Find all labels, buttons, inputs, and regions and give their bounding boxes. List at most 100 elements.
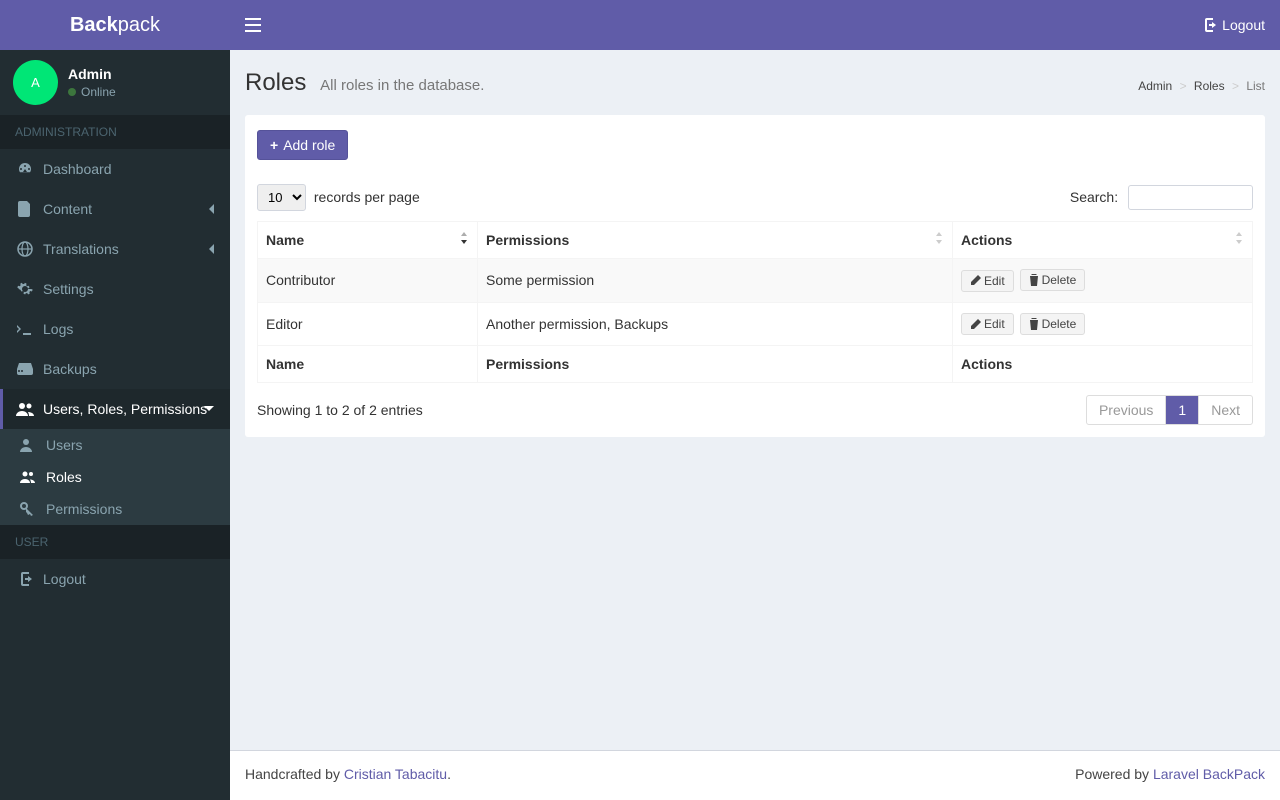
col-name-label: Name (266, 232, 304, 248)
page-subtitle: All roles in the database. (320, 77, 484, 94)
trash-icon (1029, 318, 1039, 330)
sidebar-item-backups[interactable]: Backups (0, 349, 230, 389)
col-permissions[interactable]: Permissions (478, 222, 953, 259)
delete-label: Delete (1042, 317, 1077, 331)
delete-button[interactable]: Delete (1020, 269, 1086, 291)
sidebar-label-users: Users (46, 437, 83, 453)
edit-icon (970, 275, 981, 286)
sidebar-subitem-users[interactable]: Users (0, 429, 230, 461)
table-row: Editor Another permission, Backups Edit … (258, 302, 1253, 346)
user-name: Admin (68, 66, 116, 82)
footer-right: Powered by Laravel BackPack (1075, 766, 1265, 785)
sidebar-label-backups: Backups (43, 361, 97, 377)
signout-icon (15, 572, 35, 586)
brand-logo[interactable]: Backpack (0, 0, 230, 50)
edit-button[interactable]: Edit (961, 313, 1014, 335)
add-role-button[interactable]: + Add role (257, 130, 348, 160)
sidebar-label-permissions: Permissions (46, 501, 122, 517)
edit-label: Edit (984, 274, 1005, 288)
sidebar-section-admin: ADMINISTRATION (0, 115, 230, 149)
col-actions-label: Actions (961, 232, 1012, 248)
datatable-bottom: Showing 1 to 2 of 2 entries Previous 1 N… (257, 395, 1253, 425)
footer-author-link[interactable]: Cristian Tabacitu (344, 766, 447, 782)
sidebar-label-dashboard: Dashboard (43, 161, 112, 177)
hamburger-icon[interactable] (245, 18, 261, 32)
datatable-info: Showing 1 to 2 of 2 entries (257, 402, 423, 418)
breadcrumb-admin[interactable]: Admin (1138, 79, 1172, 93)
roles-table: Name Permissions Actions (257, 221, 1253, 383)
delete-label: Delete (1042, 273, 1077, 287)
page-prev-label: Previous (1087, 396, 1165, 424)
avatar[interactable]: A (13, 60, 58, 105)
pagination: Previous 1 Next (1087, 395, 1253, 425)
signout-icon (1201, 18, 1217, 32)
terminal-icon (15, 323, 35, 335)
edit-icon (970, 319, 981, 330)
sidebar-item-content[interactable]: Content (0, 189, 230, 229)
logout-link[interactable]: Logout (1201, 17, 1265, 33)
sidebar-label-translations: Translations (43, 241, 119, 257)
box-header: + Add role (245, 118, 1265, 172)
hdd-icon (15, 363, 35, 375)
sidebar-menu-admin: Dashboard Content Translations Settings … (0, 149, 230, 525)
breadcrumb: Admin > Roles > List (1138, 79, 1265, 93)
page-title-wrap: Roles All roles in the database. (245, 65, 484, 97)
cell-name: Contributor (258, 259, 478, 303)
foot-name: Name (258, 346, 478, 383)
plus-icon: + (270, 137, 278, 153)
footer-powered: Powered by (1075, 766, 1153, 782)
sidebar: Backpack A Admin Online ADMINISTRATION D… (0, 0, 230, 800)
cell-permissions: Another permission, Backups (478, 302, 953, 346)
sidebar-label-urp: Users, Roles, Permissions (43, 401, 207, 417)
page-next[interactable]: Next (1198, 395, 1253, 425)
length-select[interactable]: 10 (257, 184, 306, 211)
cell-actions: Edit Delete (953, 259, 1253, 303)
brand-bold: Back (70, 14, 118, 37)
sidebar-submenu-urp: Users Roles Permissions (0, 429, 230, 525)
page-1[interactable]: 1 (1165, 395, 1199, 425)
chevron-down-icon (203, 405, 215, 413)
sort-icon (1234, 232, 1244, 244)
user-info: Admin Online (68, 66, 116, 99)
sidebar-item-dashboard[interactable]: Dashboard (0, 149, 230, 189)
brand-text: pack (118, 14, 160, 37)
table-header-row: Name Permissions Actions (258, 222, 1253, 259)
datatable-controls: 10 records per page Search: (257, 184, 1253, 211)
chevron-left-icon (207, 203, 215, 215)
sidebar-subitem-permissions[interactable]: Permissions (0, 493, 230, 525)
search-label: Search: (1070, 189, 1118, 205)
status-dot-icon (68, 88, 76, 96)
edit-button[interactable]: Edit (961, 270, 1014, 292)
search-control: Search: (1070, 185, 1253, 210)
user-panel: A Admin Online (0, 50, 230, 115)
sidebar-item-translations[interactable]: Translations (0, 229, 230, 269)
sort-asc-icon (459, 232, 469, 244)
sidebar-subitem-roles[interactable]: Roles (0, 461, 230, 493)
search-input[interactable] (1128, 185, 1253, 210)
sidebar-label-logout: Logout (43, 571, 86, 587)
sidebar-item-settings[interactable]: Settings (0, 269, 230, 309)
delete-button[interactable]: Delete (1020, 313, 1086, 335)
sort-icon (934, 232, 944, 244)
breadcrumb-list: List (1246, 79, 1265, 93)
trash-icon (1029, 274, 1039, 286)
footer-product-link[interactable]: Laravel BackPack (1153, 766, 1265, 782)
breadcrumb-sep: > (1232, 79, 1239, 93)
sidebar-section-user: USER (0, 525, 230, 559)
sidebar-item-logout[interactable]: Logout (0, 559, 230, 599)
add-role-label: Add role (283, 137, 335, 153)
globe-icon (15, 241, 35, 257)
user-status-text: Online (81, 85, 116, 99)
page-prev[interactable]: Previous (1086, 395, 1166, 425)
sidebar-item-logs[interactable]: Logs (0, 309, 230, 349)
col-name[interactable]: Name (258, 222, 478, 259)
footer-handcrafted: Handcrafted by (245, 766, 344, 782)
dashboard-icon (15, 161, 35, 177)
length-label: records per page (314, 189, 420, 205)
content-header: Roles All roles in the database. Admin >… (230, 50, 1280, 107)
sidebar-item-urp[interactable]: Users, Roles, Permissions Users Roles Pe… (0, 389, 230, 525)
table-row: Contributor Some permission Edit Delete (258, 259, 1253, 303)
box: + Add role 10 records per page Search: (245, 115, 1265, 437)
breadcrumb-roles[interactable]: Roles (1194, 79, 1225, 93)
col-permissions-label: Permissions (486, 232, 569, 248)
